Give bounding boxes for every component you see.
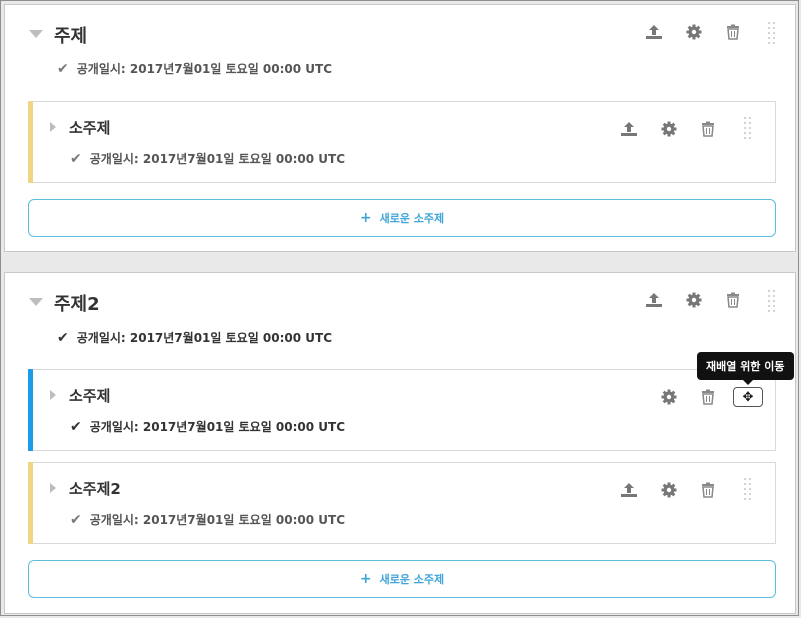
trash-icon[interactable] [698,387,718,407]
publish-date-text: 공개일시: 2017년7월01일 토요일 00:00 UTC [76,331,333,345]
publish-date: ✔ 공개일시: 2017년7월01일 토요일 00:00 UTC [70,511,345,528]
upload-icon[interactable] [644,290,664,310]
accent-bar [28,369,33,451]
plus-icon: + [359,210,372,226]
trash-icon[interactable] [723,290,743,310]
drag-handle-icon[interactable] [767,290,777,312]
upload-icon[interactable] [619,480,639,500]
tooltip: 재배열 위한 이동 [697,352,794,385]
drag-handle-icon[interactable] [767,22,777,44]
gear-icon[interactable] [659,119,679,139]
publish-date: ✔ 공개일시: 2017년7월01일 토요일 00:00 UTC [70,150,345,167]
subsection-card: 소주제2 ✔ 공개일시: 2017년7월01일 토요일 00:00 UTC [28,462,776,544]
check-icon: ✔ [70,418,82,435]
check-icon: ✔ [57,329,69,346]
section-card: 주제2 ✔ 공개일시: 2017년7월01일 토요일 00:00 UTC 소주제 [4,272,796,614]
subsection-title[interactable]: 소주제 [69,117,110,138]
upload-icon[interactable] [619,119,639,139]
upload-icon[interactable] [644,22,664,42]
section-title[interactable]: 주제 [54,22,87,48]
gear-icon[interactable] [684,290,704,310]
trash-icon[interactable] [723,22,743,42]
accent-bar [28,101,33,183]
new-subsection-label: 새로운 소주제 [379,212,445,225]
accent-bar [28,462,33,544]
caret-down-icon[interactable] [29,298,43,306]
publish-date-text: 공개일시: 2017년7월01일 토요일 00:00 UTC [89,513,346,527]
new-subsection-label: 새로운 소주제 [379,573,445,586]
publish-date: ✔ 공개일시: 2017년7월01일 토요일 00:00 UTC [70,418,345,435]
publish-date-text: 공개일시: 2017년7월01일 토요일 00:00 UTC [76,62,333,76]
caret-right-icon[interactable] [50,390,56,400]
caret-down-icon[interactable] [29,30,43,38]
gear-icon[interactable] [659,480,679,500]
new-subsection-button[interactable]: + 새로운 소주제 [28,560,776,598]
plus-icon: + [359,571,372,587]
publish-date: ✔ 공개일시: 2017년7월01일 토요일 00:00 UTC [57,329,332,346]
subsection-title[interactable]: 소주제2 [69,478,121,499]
outline-frame: 주제 ✔ 공개일시: 2017년7월01일 토요일 00:00 UTC 소주제 [0,0,799,616]
drag-handle-icon[interactable] [743,478,753,500]
caret-right-icon[interactable] [50,122,56,132]
drag-handle-icon[interactable] [743,117,753,139]
gear-icon[interactable] [659,387,679,407]
check-icon: ✔ [70,150,82,167]
new-subsection-button[interactable]: + 새로운 소주제 [28,199,776,237]
move-arrows-icon[interactable]: ✥ [733,387,763,407]
trash-icon[interactable] [698,480,718,500]
publish-date: ✔ 공개일시: 2017년7월01일 토요일 00:00 UTC [57,60,332,77]
publish-date-text: 공개일시: 2017년7월01일 토요일 00:00 UTC [89,420,346,434]
section-title[interactable]: 주제2 [54,290,100,316]
subsection-card: 소주제 ✔ 공개일시: 2017년7월01일 토요일 00:00 UTC [28,101,776,183]
gear-icon[interactable] [684,22,704,42]
check-icon: ✔ [57,60,69,77]
publish-date-text: 공개일시: 2017년7월01일 토요일 00:00 UTC [89,152,346,166]
section-card: 주제 ✔ 공개일시: 2017년7월01일 토요일 00:00 UTC 소주제 [4,4,796,252]
subsection-card: 소주제 ✥ ✔ 공개일시: 2017년7월01일 토요일 00:00 UTC [28,369,776,451]
trash-icon[interactable] [698,119,718,139]
caret-right-icon[interactable] [50,483,56,493]
subsection-title[interactable]: 소주제 [69,385,110,406]
check-icon: ✔ [70,511,82,528]
